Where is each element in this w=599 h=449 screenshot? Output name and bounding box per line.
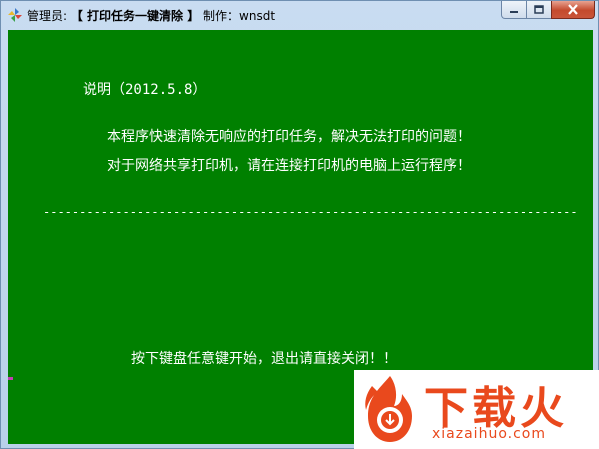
minimize-icon bbox=[510, 10, 518, 13]
title-suffix: 制作：wnsdt bbox=[199, 9, 276, 23]
maximize-button[interactable] bbox=[526, 1, 552, 19]
text-cursor bbox=[8, 377, 13, 380]
press-any-key-prompt: 按下键盘任意键开始，退出请直接关闭！！ bbox=[131, 351, 397, 367]
maximize-icon bbox=[534, 5, 544, 14]
flame-logo-icon bbox=[365, 376, 412, 442]
app-icon bbox=[8, 8, 22, 22]
description-heading: 说明（2012.5.8） bbox=[83, 82, 207, 98]
title-prefix: 管理员: bbox=[27, 9, 71, 23]
description-line-2: 对于网络共享打印机，请在连接打印机的电脑上运行程序！ bbox=[107, 158, 471, 174]
close-button[interactable] bbox=[551, 1, 595, 19]
minimize-button[interactable] bbox=[501, 1, 527, 19]
close-icon bbox=[568, 4, 578, 15]
watermark-url: xiazaihuo.com bbox=[432, 426, 546, 442]
title-bar[interactable]: 管理员: 【 打印任务一键清除 】 制作：wnsdt bbox=[1, 1, 598, 29]
description-line-1: 本程序快速清除无响应的打印任务，解决无法打印的问题！ bbox=[107, 129, 471, 145]
separator-line: ----------------------------------------… bbox=[43, 205, 578, 219]
title-main: 【 打印任务一键清除 】 bbox=[70, 9, 200, 23]
watermark: 下载火 xiazaihuo.com bbox=[354, 370, 599, 449]
window-title: 管理员: 【 打印任务一键清除 】 制作：wnsdt bbox=[27, 7, 275, 24]
